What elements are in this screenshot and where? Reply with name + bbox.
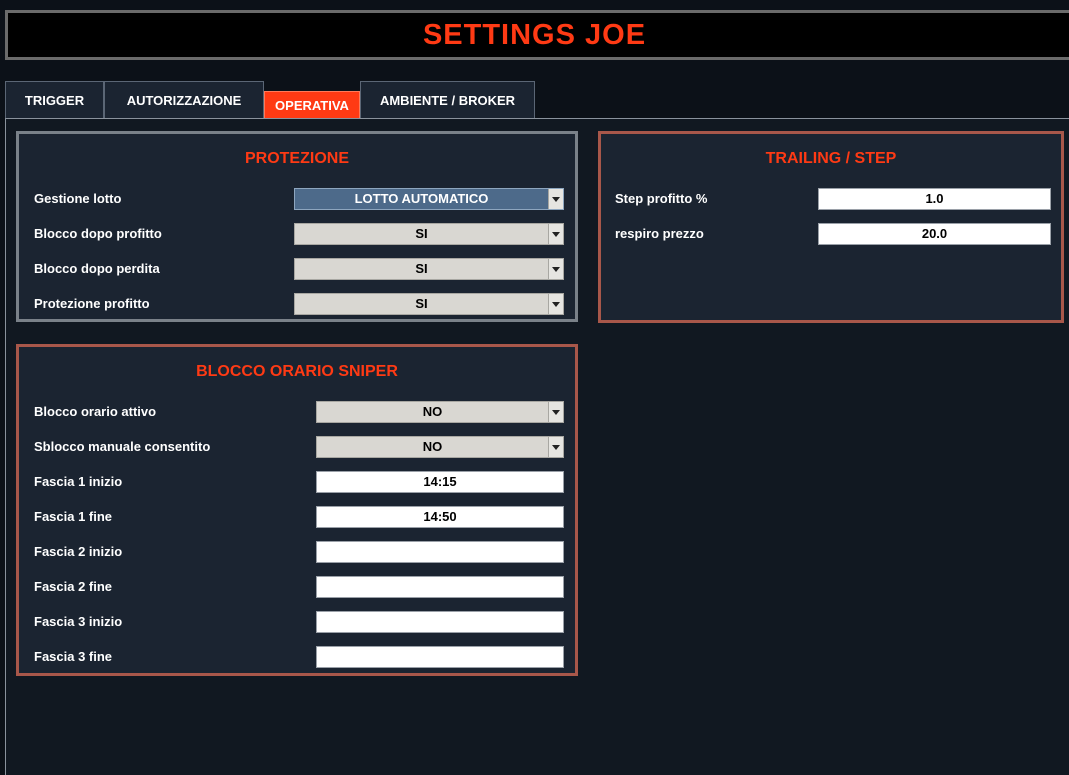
dropdown-value: LOTTO AUTOMATICO	[354, 191, 489, 206]
fascia-1-inizio-row: Fascia 1 inizio 14:15	[34, 471, 567, 493]
step-profitto-input[interactable]: 1.0	[818, 188, 1051, 210]
blocco-orario-attivo-dropdown[interactable]: NO	[316, 401, 564, 423]
chevron-down-icon[interactable]	[548, 224, 563, 244]
protezione-profitto-label: Protezione profitto	[34, 296, 150, 311]
tab-label: AMBIENTE / BROKER	[379, 93, 516, 108]
dropdown-value: SI	[415, 226, 428, 241]
blocco-dopo-profitto-label: Blocco dopo profitto	[34, 226, 162, 241]
protezione-profitto-row: Protezione profitto SI	[34, 293, 567, 315]
tab-operativa[interactable]: OPERATIVA	[264, 91, 360, 119]
fascia-2-fine-input[interactable]	[316, 576, 564, 598]
protezione-profitto-dropdown[interactable]: SI	[294, 293, 564, 315]
blocco-orario-title: BLOCCO ORARIO SNIPER	[196, 363, 398, 380]
dropdown-value: SI	[415, 261, 428, 276]
dropdown-value: SI	[415, 296, 428, 311]
chevron-down-icon[interactable]	[548, 437, 563, 457]
chevron-down-icon[interactable]	[548, 259, 563, 279]
fascia-3-inizio-row: Fascia 3 inizio	[34, 611, 567, 633]
dropdown-value: NO	[422, 439, 443, 454]
respiro-prezzo-input[interactable]: 20.0	[818, 223, 1051, 245]
chevron-down-icon[interactable]	[548, 294, 563, 314]
title-bar: SETTINGS JOE	[5, 10, 1069, 60]
blocco-orario-attivo-label: Blocco orario attivo	[34, 404, 157, 419]
fascia-1-inizio-label: Fascia 1 inizio	[34, 474, 123, 489]
fascia-2-inizio-label: Fascia 2 inizio	[34, 544, 123, 559]
fascia-2-inizio-row: Fascia 2 inizio	[34, 541, 567, 563]
gestione-lotto-row: Gestione lotto LOTTO AUTOMATICO	[34, 188, 567, 210]
blocco-dopo-profitto-row: Blocco dopo profitto SI	[34, 223, 567, 245]
fascia-3-fine-row: Fascia 3 fine	[34, 646, 567, 668]
fascia-3-inizio-label: Fascia 3 inizio	[34, 614, 123, 629]
blocco-orario-panel: BLOCCO ORARIO SNIPER Blocco orario attiv…	[16, 344, 578, 676]
fascia-2-fine-row: Fascia 2 fine	[34, 576, 567, 598]
blocco-dopo-perdita-label: Blocco dopo perdita	[34, 261, 160, 276]
fascia-2-fine-label: Fascia 2 fine	[34, 579, 113, 594]
tab-label: TRIGGER	[24, 93, 85, 108]
chevron-down-icon[interactable]	[548, 189, 563, 209]
respiro-prezzo-row: respiro prezzo 20.0	[615, 223, 1055, 245]
tab-ambiente-broker[interactable]: AMBIENTE / BROKER	[360, 81, 535, 119]
fascia-1-fine-row: Fascia 1 fine 14:50	[34, 506, 567, 528]
gestione-lotto-dropdown[interactable]: LOTTO AUTOMATICO	[294, 188, 564, 210]
dropdown-value: NO	[422, 404, 443, 419]
chevron-down-icon[interactable]	[548, 402, 563, 422]
step-profitto-label: Step profitto %	[615, 191, 708, 206]
window-title: SETTINGS JOE	[422, 18, 647, 51]
tab-content-operativa: PROTEZIONE Gestione lotto LOTTO AUTOMATI…	[5, 118, 1069, 775]
sblocco-manuale-label: Sblocco manuale consentito	[34, 439, 211, 454]
blocco-orario-attivo-row: Blocco orario attivo NO	[34, 401, 567, 423]
respiro-prezzo-label: respiro prezzo	[615, 226, 704, 241]
gestione-lotto-label: Gestione lotto	[34, 191, 122, 206]
protezione-title: PROTEZIONE	[244, 150, 349, 167]
tab-label: OPERATIVA	[275, 98, 349, 113]
blocco-dopo-profitto-dropdown[interactable]: SI	[294, 223, 564, 245]
blocco-dopo-perdita-dropdown[interactable]: SI	[294, 258, 564, 280]
fascia-3-inizio-input[interactable]	[316, 611, 564, 633]
trailing-step-title: TRAILING / STEP	[765, 150, 897, 167]
fascia-1-fine-label: Fascia 1 fine	[34, 509, 113, 524]
trailing-step-panel: TRAILING / STEP Step profitto % 1.0 resp…	[598, 131, 1064, 323]
sblocco-manuale-dropdown[interactable]: NO	[316, 436, 564, 458]
blocco-dopo-perdita-row: Blocco dopo perdita SI	[34, 258, 567, 280]
sblocco-manuale-row: Sblocco manuale consentito NO	[34, 436, 567, 458]
step-profitto-row: Step profitto % 1.0	[615, 188, 1055, 210]
tab-autorizzazione[interactable]: AUTORIZZAZIONE	[104, 81, 264, 119]
fascia-1-fine-input[interactable]: 14:50	[316, 506, 564, 528]
fascia-3-fine-label: Fascia 3 fine	[34, 649, 113, 664]
tab-label: AUTORIZZAZIONE	[126, 93, 242, 108]
fascia-1-inizio-input[interactable]: 14:15	[316, 471, 564, 493]
tab-trigger[interactable]: TRIGGER	[5, 81, 104, 119]
fascia-3-fine-input[interactable]	[316, 646, 564, 668]
fascia-2-inizio-input[interactable]	[316, 541, 564, 563]
protezione-panel: PROTEZIONE Gestione lotto LOTTO AUTOMATI…	[16, 131, 578, 322]
